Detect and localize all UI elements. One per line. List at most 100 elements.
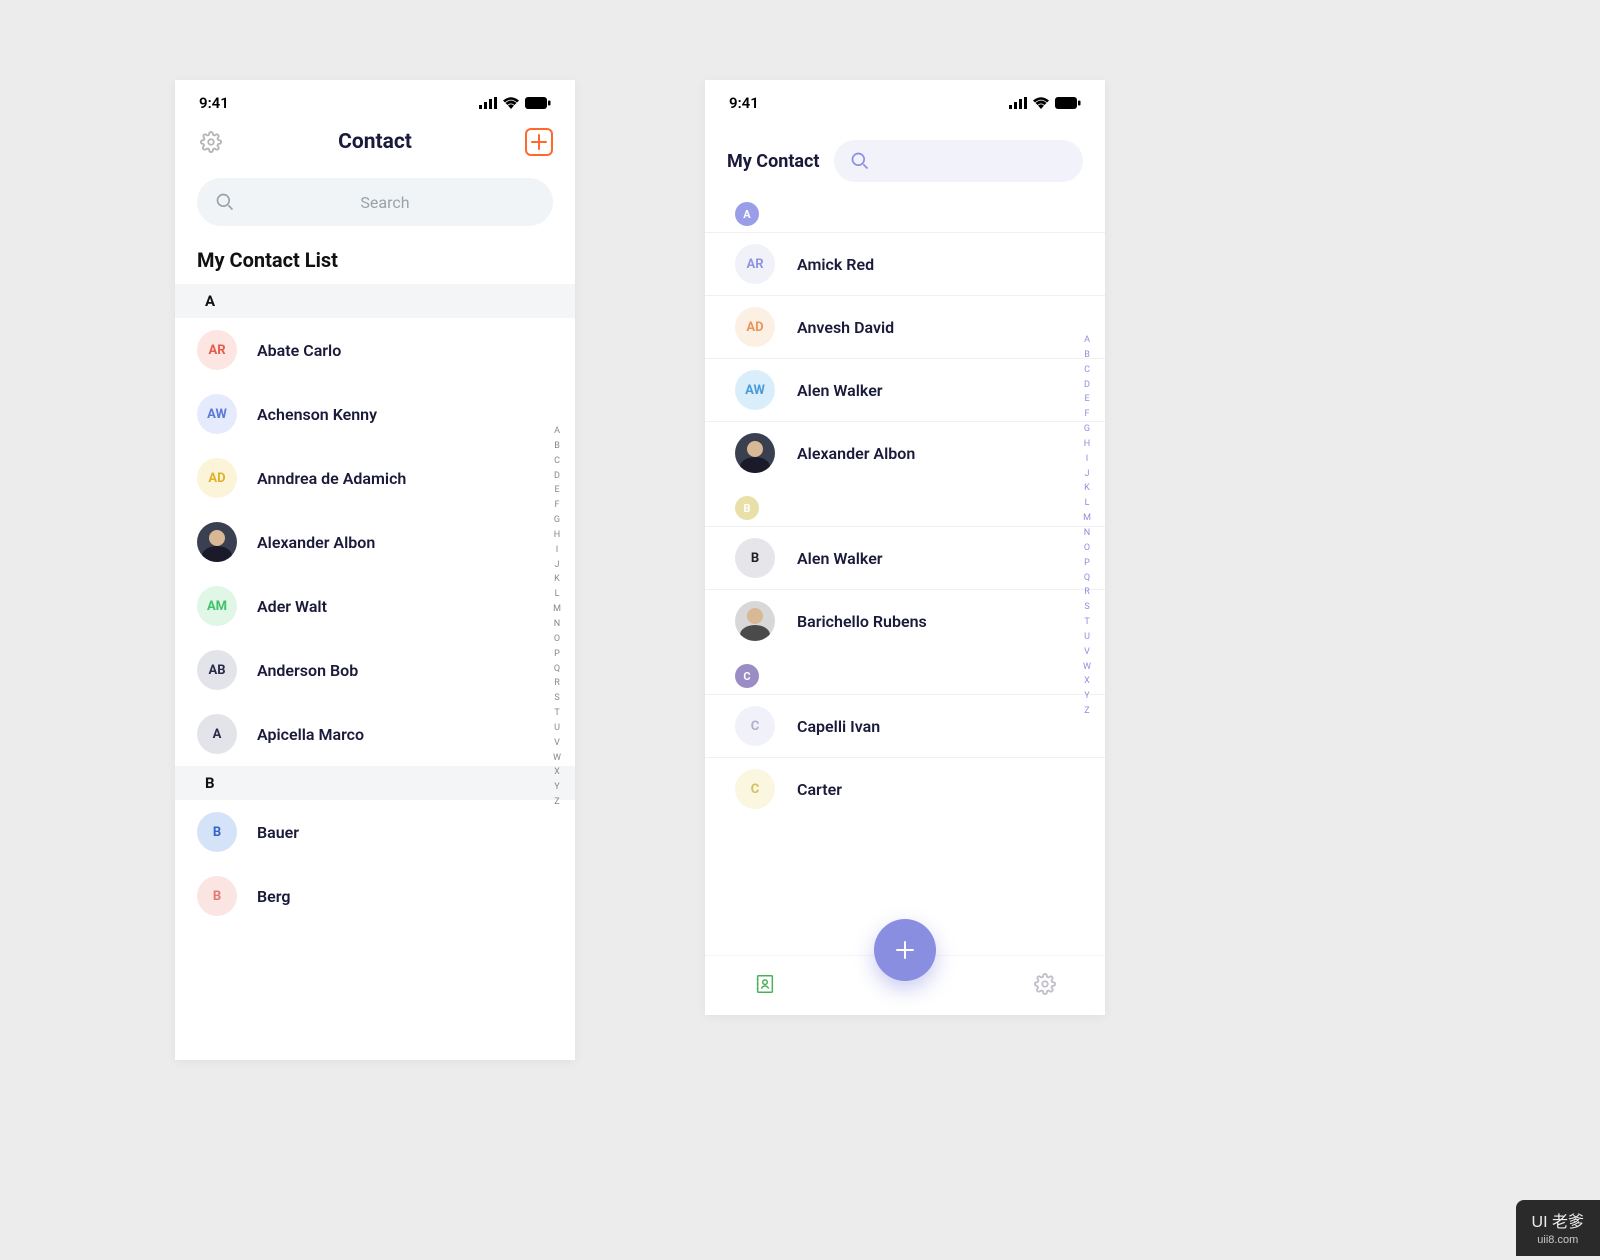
index-letter[interactable]: R (553, 676, 561, 691)
watermark: UI 老爹 uii8.com (1516, 1200, 1600, 1256)
index-letter[interactable]: Z (1083, 704, 1091, 719)
contact-row[interactable]: ABAnderson Bob (175, 638, 575, 702)
index-letter[interactable]: G (553, 513, 561, 528)
contact-row[interactable]: AMAder Walt (175, 574, 575, 638)
avatar-initials: AR (735, 244, 775, 284)
search-placeholder: Search (235, 193, 535, 212)
index-letter[interactable]: T (1083, 615, 1091, 630)
index-letter[interactable]: I (1083, 452, 1091, 467)
alpha-index[interactable]: ABCDEFGHIJKLMNOPQRSTUVWXYZ (1083, 333, 1091, 719)
index-letter[interactable]: G (1083, 422, 1091, 437)
index-letter[interactable]: H (553, 528, 561, 543)
index-letter[interactable]: A (1083, 333, 1091, 348)
contact-name: Amick Red (797, 255, 874, 274)
index-letter[interactable]: W (1083, 660, 1091, 675)
index-letter[interactable]: U (553, 721, 561, 736)
index-letter[interactable]: M (1083, 511, 1091, 526)
index-letter[interactable]: A (553, 424, 561, 439)
contact-row[interactable]: CCapelli Ivan (705, 694, 1105, 757)
index-letter[interactable]: V (1083, 645, 1091, 660)
page-title: My Contact (727, 151, 820, 172)
index-letter[interactable]: O (1083, 541, 1091, 556)
add-contact-button[interactable] (525, 128, 553, 156)
index-letter[interactable]: O (553, 632, 561, 647)
index-letter[interactable]: X (1083, 674, 1091, 689)
search-input[interactable]: Search (197, 178, 553, 226)
index-letter[interactable]: F (553, 498, 561, 513)
avatar-initials: A (197, 714, 237, 754)
contact-row[interactable]: CCarter (705, 757, 1105, 820)
index-letter[interactable]: R (1083, 585, 1091, 600)
index-letter[interactable]: D (1083, 378, 1091, 393)
index-letter[interactable]: N (553, 617, 561, 632)
phone-screen-contact: 9:41 Contact Search My Contact List AARA… (175, 80, 575, 1060)
contact-row[interactable]: ADAnvesh David (705, 295, 1105, 358)
contact-row[interactable]: Barichello Rubens (705, 589, 1105, 652)
index-letter[interactable]: B (553, 439, 561, 454)
index-letter[interactable]: L (553, 587, 561, 602)
index-letter[interactable]: Q (553, 662, 561, 677)
index-letter[interactable]: J (553, 558, 561, 573)
alpha-index[interactable]: ABCDEFGHIJKLMNOPQRSTUVWXYZ (553, 424, 561, 810)
index-letter[interactable]: X (553, 765, 561, 780)
contact-row[interactable]: AWAchenson Kenny (175, 382, 575, 446)
contact-name: Alexander Albon (797, 444, 915, 463)
index-letter[interactable]: V (553, 736, 561, 751)
settings-button[interactable] (197, 128, 225, 156)
contact-row[interactable]: BAlen Walker (705, 526, 1105, 589)
index-letter[interactable]: F (1083, 407, 1091, 422)
search-icon (215, 192, 235, 212)
contact-row[interactable]: AWAlen Walker (705, 358, 1105, 421)
phone-screen-mycontact: 9:41 My Contact A AR Amick Red ADAnvesh Dav… (705, 80, 1105, 1015)
contact-row[interactable]: AApicella Marco (175, 702, 575, 766)
index-letter[interactable]: Q (1083, 571, 1091, 586)
index-letter[interactable]: M (553, 602, 561, 617)
header: Contact (175, 118, 575, 166)
contact-row[interactable]: Alexander Albon (705, 421, 1105, 484)
contact-row[interactable]: ADAnndrea de Adamich (175, 446, 575, 510)
index-letter[interactable]: D (553, 469, 561, 484)
status-time: 9:41 (729, 94, 759, 112)
contact-name: Anndrea de Adamich (257, 469, 406, 488)
index-letter[interactable]: Z (553, 795, 561, 810)
nav-contacts[interactable] (754, 973, 776, 999)
avatar-photo (735, 601, 775, 641)
contact-list: AARAmick RedADAnvesh DavidAWAlen WalkerA… (705, 190, 1105, 820)
index-letter[interactable]: Y (1083, 689, 1091, 704)
index-letter[interactable]: C (553, 454, 561, 469)
index-letter[interactable]: N (1083, 526, 1091, 541)
contact-name: Abate Carlo (257, 341, 341, 360)
contact-row[interactable]: ARAbate Carlo (175, 318, 575, 382)
index-letter[interactable]: T (553, 706, 561, 721)
contact-row[interactable]: BBerg (175, 864, 575, 928)
index-letter[interactable]: E (1083, 392, 1091, 407)
contact-row[interactable]: AR Amick Red (705, 232, 1105, 295)
add-contact-fab[interactable] (874, 919, 936, 981)
index-letter[interactable]: J (1083, 467, 1091, 482)
contact-row[interactable]: Alexander Albon (175, 510, 575, 574)
index-letter[interactable]: B (1083, 348, 1091, 363)
contact-list: AARAbate CarloAWAchenson KennyADAnndrea … (175, 284, 575, 928)
avatar-initials: B (197, 876, 237, 916)
index-letter[interactable]: L (1083, 496, 1091, 511)
index-letter[interactable]: S (553, 691, 561, 706)
signal-icon (1009, 97, 1027, 109)
contact-row[interactable]: BBauer (175, 800, 575, 864)
gear-icon (1034, 973, 1056, 995)
index-letter[interactable]: I (553, 543, 561, 558)
index-letter[interactable]: K (553, 572, 561, 587)
status-bar: 9:41 (705, 80, 1105, 118)
index-letter[interactable]: K (1083, 481, 1091, 496)
index-letter[interactable]: E (553, 483, 561, 498)
index-letter[interactable]: W (553, 751, 561, 766)
index-letter[interactable]: P (1083, 556, 1091, 571)
index-letter[interactable]: P (553, 647, 561, 662)
nav-settings[interactable] (1034, 973, 1056, 999)
index-letter[interactable]: Y (553, 780, 561, 795)
avatar-initials: B (735, 538, 775, 578)
index-letter[interactable]: S (1083, 600, 1091, 615)
index-letter[interactable]: H (1083, 437, 1091, 452)
search-input[interactable] (834, 140, 1083, 182)
index-letter[interactable]: U (1083, 630, 1091, 645)
index-letter[interactable]: C (1083, 363, 1091, 378)
